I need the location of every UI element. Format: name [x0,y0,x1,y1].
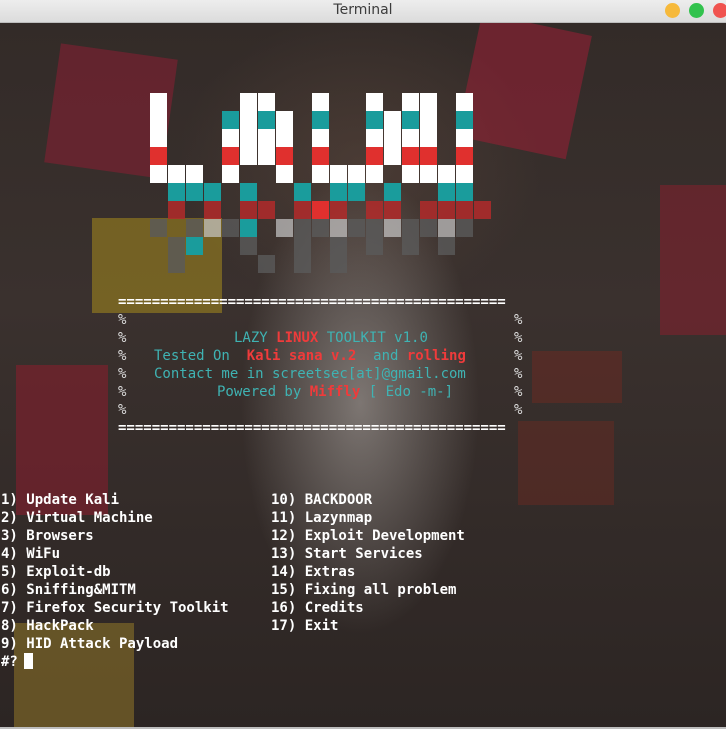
tested-on-kali: Kali sana v.2 [246,348,357,364]
menu-item-lazynmap: 11) Lazynmap [271,510,373,526]
menu-item-sniffing-mitm: 6) Sniffing&MITM [1,582,136,598]
border-percent: % [118,330,127,346]
menu-item-wifu: 4) WiFu [1,546,61,562]
background-wallpaper-decor [532,351,622,403]
powered-by-label: Powered by [217,384,310,400]
menu-item-browsers: 3) Browsers [1,528,94,544]
powered-by-author: [ Edo -m-] [360,384,454,400]
ascii-banner-logo [150,93,510,293]
header-separator-bottom: ========================================… [118,420,506,436]
border-percent: % [118,312,127,328]
border-percent: % [514,330,523,346]
menu-item-firefox-security-toolkit: 7) Firefox Security Toolkit [1,600,229,616]
terminal-area[interactable]: ========================================… [0,23,726,727]
menu-item-credits: 16) Credits [271,600,364,616]
text-cursor[interactable] [23,653,33,669]
command-prompt-line[interactable]: #? [1,653,33,671]
tested-on-and: and [356,348,407,364]
background-wallpaper-decor [660,185,726,335]
border-percent: % [514,366,523,382]
background-wallpaper-decor [518,421,614,505]
maximize-button[interactable] [689,3,704,18]
menu-item-fixing-all-problem: 15) Fixing all problem [271,582,457,598]
powered-by-line: Powered by Miffly [ Edo -m-] [217,383,453,401]
border-percent: % [118,348,127,364]
window-title: Terminal [333,2,393,18]
menu-item-exploit-db: 5) Exploit-db [1,564,111,580]
terminal-window: Terminal ===============================… [0,0,726,729]
border-percent: % [118,366,127,382]
contact-line: Contact me in screetsec[at]@gmail.com [154,366,466,382]
minimize-button[interactable] [665,3,680,18]
prompt-symbol: #? [1,654,18,670]
menu-item-hid-attack-payload: 9) HID Attack Payload [1,636,179,652]
border-percent: % [514,348,523,364]
tested-on-label: Tested On [154,348,247,364]
border-percent: % [118,402,127,418]
menu-item-hackpack: 8) HackPack [1,618,94,634]
border-percent: % [514,312,523,328]
tested-on-rolling: rolling [406,348,466,364]
menu-item-start-services: 13) Start Services [271,546,423,562]
header-separator-top: ========================================… [118,294,506,310]
title-bar[interactable]: Terminal [0,0,726,23]
powered-by-name: Miffly [309,384,361,400]
border-percent: % [118,384,127,400]
menu-item-virtual-machine: 2) Virtual Machine [1,510,153,526]
border-percent: % [514,384,523,400]
close-button[interactable] [713,3,726,18]
menu-item-backdoor: 10) BACKDOOR [271,492,373,508]
menu-item-extras: 14) Extras [271,564,356,580]
toolkit-title-line: LAZY LINUX TOOLKIT v1.0 [234,329,428,347]
toolkit-title-suffix: TOOLKIT v1.0 [318,330,428,346]
menu-item-exit: 17) Exit [271,618,339,634]
border-percent: % [514,402,523,418]
toolkit-title-linux: LINUX [276,330,319,346]
menu-item-update-kali: 1) Update Kali [1,492,120,508]
menu-item-exploit-development: 12) Exploit Development [271,528,465,544]
tested-on-line: Tested On Kali sana v.2 and rolling [154,347,466,365]
toolkit-title-prefix: LAZY [234,330,277,346]
